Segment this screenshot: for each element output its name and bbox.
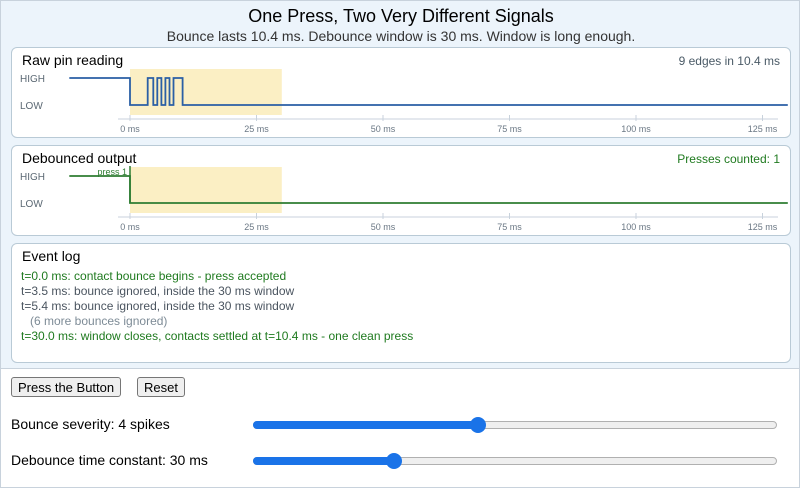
debounced-tick-label: 0 ms [120,222,140,232]
press-count: Presses counted: 1 [677,152,780,166]
log-entry: t=0.0 ms: contact bounce begins - press … [21,269,287,283]
raw-tick-label: 100 ms [621,124,651,134]
slider-fill [253,421,479,429]
debounced-output-panel: 0 ms 25 ms 50 ms 75 ms 100 ms 125 ms HIGH LOW pr… [11,145,791,236]
log-entry: t=30.0 ms: window closes, contacts settl… [21,329,414,343]
slider-thumb[interactable] [386,453,403,469]
raw-tick-label: 25 ms [244,124,269,134]
debounced-tick-label: 50 ms [371,222,396,232]
raw-tick-label: 0 ms [120,124,140,134]
debounce-time-label: Debounce time constant: 30 ms [11,452,208,468]
debounced-panel-title: Debounced output [22,150,137,166]
raw-high-label: HIGH [20,74,45,85]
slider-fill [253,457,395,465]
debounced-tick-label: 100 ms [621,222,651,232]
event-log-panel: Event log t=0.0 ms: contact bounce begin… [11,243,791,363]
raw-tick-label: 125 ms [748,124,778,134]
slider-thumb[interactable] [470,417,487,433]
reset-button[interactable]: Reset [137,377,185,397]
debounced-tick-label: 75 ms [497,222,522,232]
debounced-low-label: LOW [20,199,43,210]
debounced-high-label: HIGH [20,172,45,183]
event-log-title: Event log [22,248,81,264]
log-entry: t=5.4 ms: bounce ignored, inside the 30 … [21,299,295,313]
log-entry: t=3.5 ms: bounce ignored, inside the 30 … [21,284,295,298]
debounced-debounce-window [130,167,282,213]
signal-visualization: One Press, Two Very Different Signals Bo… [0,0,800,368]
raw-tick-label: 75 ms [497,124,522,134]
page-subtitle: Bounce lasts 10.4 ms. Debounce window is… [166,28,636,44]
page-title: One Press, Two Very Different Signals [248,6,554,26]
raw-signal-chart: 0 ms 25 ms 50 ms 75 ms 100 ms 125 ms HIGH LOW [20,69,788,134]
debounce-time-slider[interactable] [253,453,777,469]
raw-tick-label: 50 ms [371,124,396,134]
raw-panel-title: Raw pin reading [22,52,124,68]
raw-low-label: LOW [20,101,43,112]
debounced-tick-label: 125 ms [748,222,778,232]
bounce-severity-slider[interactable] [253,417,777,433]
bounce-severity-label: Bounce severity: 4 spikes [11,416,170,432]
log-entry-summary: (6 more bounces ignored) [30,314,168,328]
controls-panel: Press the Button Reset Bounce severity: … [0,368,800,488]
raw-pin-panel: 0 ms 25 ms 50 ms 75 ms 100 ms 125 ms HIGH LOW R… [11,47,791,138]
edge-count: 9 edges in 10.4 ms [678,54,780,68]
press-marker-label: press 1 [97,167,127,177]
debounced-tick-label: 25 ms [244,222,269,232]
press-button[interactable]: Press the Button [11,377,122,397]
